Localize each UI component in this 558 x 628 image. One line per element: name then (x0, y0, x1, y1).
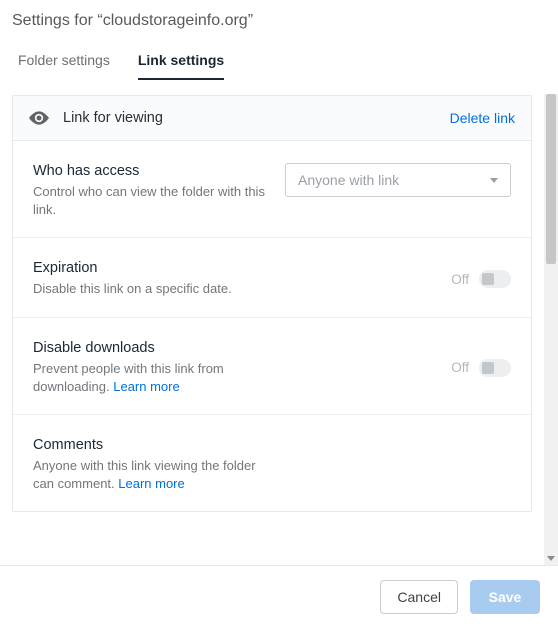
expiration-toggle[interactable] (479, 270, 511, 288)
toggle-knob-icon (482, 362, 494, 374)
tab-folder-settings[interactable]: Folder settings (18, 52, 110, 80)
scroll-down-icon[interactable] (544, 551, 558, 565)
section-access: Who has access Control who can view the … (13, 141, 531, 238)
downloads-toggle[interactable] (479, 359, 511, 377)
access-select[interactable]: Anyone with link (285, 163, 511, 197)
section-expiration: Expiration Disable this link on a specif… (13, 238, 531, 317)
scrollbar-thumb[interactable] (546, 94, 556, 264)
tabs: Folder settings Link settings (0, 30, 544, 81)
downloads-learn-more[interactable]: Learn more (113, 379, 179, 394)
access-title: Who has access (33, 163, 271, 179)
footer: Cancel Save (0, 565, 558, 628)
access-select-value: Anyone with link (298, 172, 399, 188)
eye-icon (29, 111, 49, 125)
expiration-state-label: Off (451, 272, 469, 287)
comments-learn-more[interactable]: Learn more (118, 476, 184, 491)
section-downloads: Disable downloads Prevent people with th… (13, 318, 531, 415)
scrollbar[interactable] (544, 94, 558, 565)
expiration-desc: Disable this link on a specific date. (33, 280, 273, 298)
page-title: Settings for “cloudstorageinfo.org” (12, 12, 532, 30)
comments-title: Comments (33, 437, 497, 453)
delete-link[interactable]: Delete link (450, 110, 515, 126)
panel-title: Link for viewing (63, 110, 450, 126)
expiration-title: Expiration (33, 260, 437, 276)
panel-header: Link for viewing Delete link (13, 96, 531, 141)
cancel-button[interactable]: Cancel (380, 580, 458, 614)
downloads-state-label: Off (451, 360, 469, 375)
toggle-knob-icon (482, 273, 494, 285)
access-desc: Control who can view the folder with thi… (33, 183, 271, 219)
link-settings-panel: Link for viewing Delete link Who has acc… (12, 95, 532, 512)
save-button[interactable]: Save (470, 580, 540, 614)
tab-link-settings[interactable]: Link settings (138, 52, 224, 80)
downloads-desc: Prevent people with this link from downl… (33, 360, 273, 396)
section-comments: Comments Anyone with this link viewing t… (13, 415, 531, 511)
chevron-down-icon (490, 178, 498, 183)
downloads-title: Disable downloads (33, 340, 437, 356)
comments-desc: Anyone with this link viewing the folder… (33, 457, 273, 493)
